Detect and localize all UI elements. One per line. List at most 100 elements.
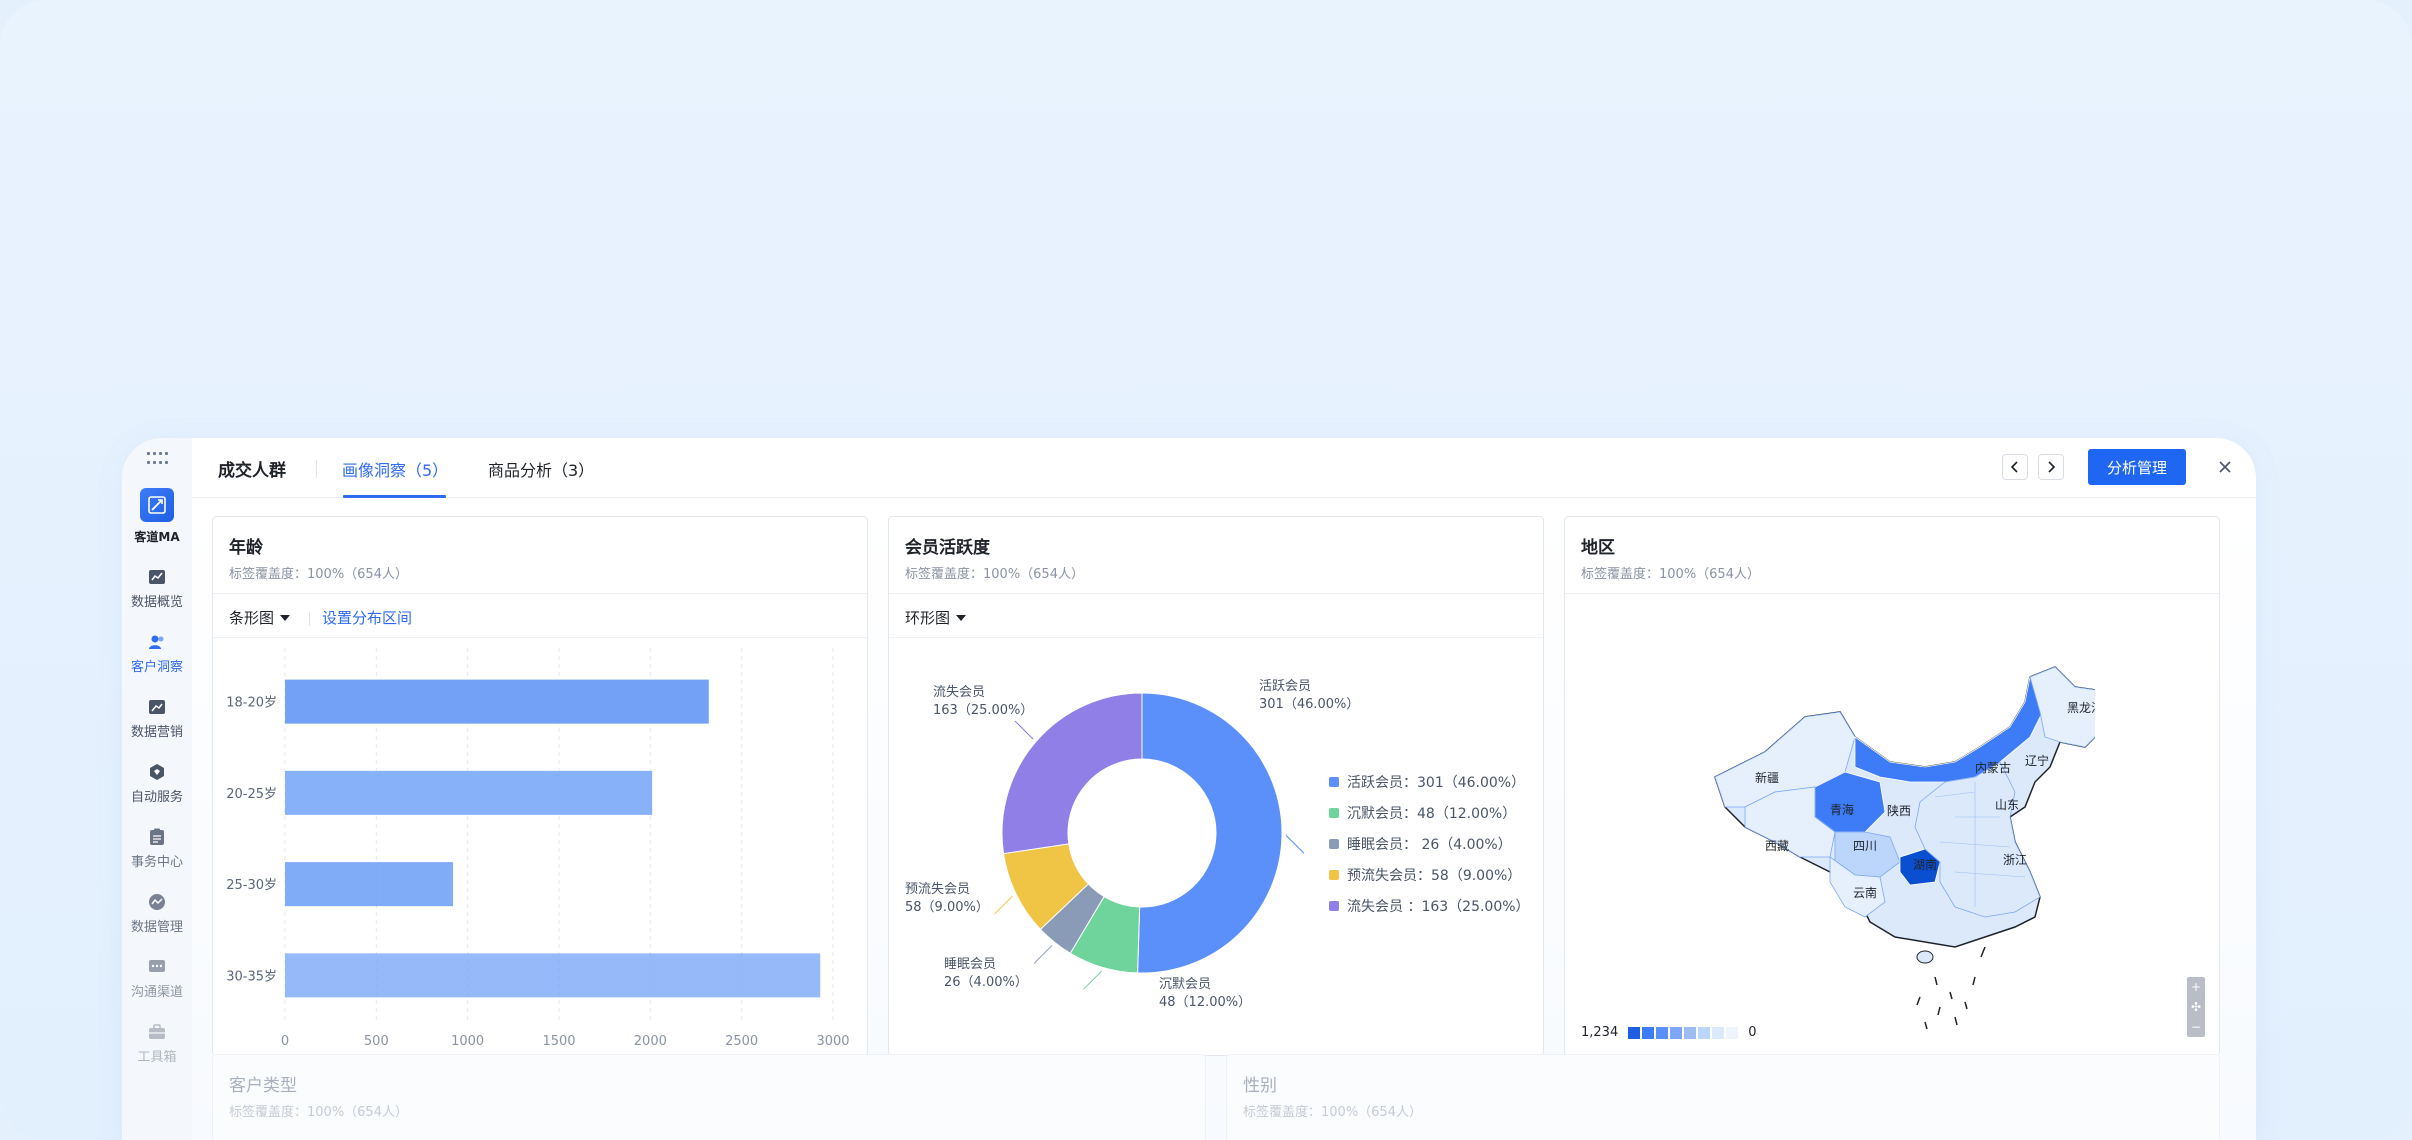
bar [285, 679, 709, 724]
label-leader-line [994, 895, 1013, 915]
region-hainan[interactable] [1916, 950, 1934, 964]
legend-swatch [1670, 1026, 1683, 1039]
legend-item[interactable]: 沉默会员：48（12.00%） [1329, 803, 1516, 823]
slice-label-name: 沉默会员 [1159, 976, 1211, 992]
slice-label-name: 睡眠会员 [944, 957, 996, 972]
card-subtitle: 标签覆盖度：100%（654人） [1243, 1105, 1422, 1120]
brand-name: 客道MA [134, 530, 180, 544]
china-map[interactable]: 黑龙江 新疆 内蒙古 辽宁 青海 陕西 山东 西藏 四川 湖南 浙江 云南 [1655, 617, 2095, 1037]
sidebar-item-insight[interactable]: 客户洞察 [131, 634, 183, 675]
next-button[interactable] [2038, 454, 2064, 480]
slice-label-value: 163（25.00%） [933, 703, 1033, 718]
toolbar-divider [309, 612, 310, 626]
map-zoom-control[interactable]: + ✣ − [2187, 977, 2205, 1037]
toolbox-icon [148, 1024, 166, 1040]
sidebar-item-label: 工具箱 [137, 1050, 177, 1065]
x-tick-label: 1000 [451, 1034, 484, 1049]
card-title: 性别 [1243, 1076, 1277, 1096]
legend-swatch [1329, 901, 1339, 911]
age-bar-chart: 0 500 1000 1500 2000 2500 3000 18-20岁 20-25岁 25-3… [226, 648, 850, 1049]
chart-type-select[interactable]: 条形图 [229, 607, 291, 628]
region-card: 地区 标签覆盖度：100%（654人） 黑龙 新疆 内蒙古 辽宁 青海 陕西 山… [1564, 516, 2220, 1056]
reset-icon[interactable]: ✣ [2191, 1000, 2201, 1014]
tab-portrait-insight[interactable]: 画像洞察（5） [342, 457, 448, 481]
apps-grid-icon[interactable] [146, 452, 168, 466]
age-card: 年龄 标签覆盖度：100%（654人） 条形图 设置分布区间 0 500 1000 1… [212, 516, 868, 1056]
slice-label-value: 48（12.00%） [1159, 995, 1251, 1010]
chat-icon [148, 959, 166, 975]
map-legend: 1,234 0 [1581, 1025, 1757, 1040]
divider [889, 593, 1543, 594]
legend-item[interactable]: 预流失会员：58（9.00%） [1329, 865, 1521, 885]
province-label: 青海 [1830, 802, 1854, 817]
sidebar-item-marketing[interactable]: 数据营销 [131, 699, 183, 740]
x-tick-label: 500 [364, 1034, 389, 1049]
close-button[interactable] [2212, 454, 2238, 480]
zoom-out-icon[interactable]: − [2191, 1020, 2201, 1034]
slice-label-value: 58（9.00%） [905, 900, 989, 915]
province-label: 内蒙古 [1975, 760, 2011, 775]
legend-swatch [1726, 1026, 1739, 1039]
legend-label: 活跃会员：301（46.00%） [1347, 775, 1526, 791]
legend-swatch [1329, 870, 1339, 880]
data-icon [148, 894, 166, 910]
bar [285, 862, 454, 907]
sidebar-item-toolbox[interactable]: 工具箱 [137, 1024, 177, 1065]
select-value: 环形图 [905, 609, 951, 627]
bar [285, 770, 653, 815]
card-title: 会员活跃度 [905, 538, 990, 558]
main-content: 年龄 标签覆盖度：100%（654人） 条形图 设置分布区间 0 500 1000 1… [192, 498, 2256, 1140]
card-title: 地区 [1581, 538, 1615, 558]
legend-min: 0 [1748, 1025, 1757, 1040]
legend-swatch [1656, 1026, 1669, 1039]
province-label: 陕西 [1887, 803, 1911, 818]
select-value: 条形图 [229, 609, 275, 627]
sidebar-item-overview[interactable]: 数据概览 [131, 569, 183, 610]
label-leader-line [1014, 720, 1034, 740]
analysis-manage-button[interactable]: 分析管理 [2088, 449, 2186, 485]
province-label: 山东 [1995, 798, 2019, 812]
legend-item[interactable]: 流失会员 ：163（25.00%） [1329, 896, 1530, 916]
divider [213, 593, 867, 594]
prev-button[interactable] [2002, 454, 2028, 480]
brand-logo-icon [139, 488, 174, 522]
sidebar-item-auto-service[interactable]: 自动服务 [131, 764, 183, 805]
gender-card: 性别 标签覆盖度：100%（654人） [1226, 1054, 2220, 1140]
chevron-left-icon [2010, 461, 2018, 473]
bar [285, 953, 821, 998]
legend-item[interactable]: 睡眠会员： 26（4.00%） [1329, 834, 1512, 854]
x-tick-label: 3000 [816, 1034, 849, 1049]
tab-product-analysis[interactable]: 商品分析（3） [488, 457, 594, 481]
legend-swatch [1712, 1026, 1725, 1039]
sidebar-item-data-mgmt[interactable]: 数据管理 [131, 894, 183, 935]
chart-icon [148, 569, 166, 585]
legend-label: 预流失会员：58（9.00%） [1347, 868, 1522, 884]
category-label: 25-30岁 [226, 878, 277, 893]
card-title: 年龄 [229, 538, 263, 558]
header-bar: 成交人群 画像洞察（5） 商品分析（3） 分析管理 [192, 438, 2256, 498]
card-subtitle: 标签覆盖度：100%（654人） [1581, 567, 1760, 582]
activity-card: 会员活跃度 标签覆盖度：100%（654人） 环形图 活跃会员 301（46.00… [888, 516, 1544, 1056]
divider [1565, 593, 2219, 594]
category-label: 30-35岁 [226, 969, 277, 984]
category-label: 18-20岁 [226, 696, 277, 711]
customer-type-card: 客户类型 标签覆盖度：100%（654人） [212, 1054, 1206, 1140]
page-title: 成交人群 [218, 461, 286, 481]
sidebar-item-label: 自动服务 [130, 790, 183, 805]
label-leader-line [1033, 945, 1053, 964]
legend-swatch [1329, 777, 1339, 787]
sidebar-item-channels[interactable]: 沟通渠道 [131, 959, 183, 1000]
sidebar-item-label: 事务中心 [130, 855, 183, 870]
legend-swatch [1329, 839, 1339, 849]
legend-label: 睡眠会员： 26（4.00%） [1347, 837, 1512, 853]
brand[interactable]: 客道MA [134, 488, 180, 545]
set-range-link[interactable]: 设置分布区间 [322, 607, 412, 628]
label-leader-line [1083, 970, 1102, 990]
legend-item[interactable]: 活跃会员：301（46.00%） [1329, 772, 1525, 792]
sidebar-item-label: 客户洞察 [130, 660, 183, 675]
zoom-in-icon[interactable]: + [2191, 980, 2201, 994]
chart-type-select[interactable]: 环形图 [905, 607, 967, 628]
donut-slice [1137, 692, 1283, 974]
sidebar-item-affairs[interactable]: 事务中心 [130, 828, 183, 870]
hexagon-icon [148, 764, 166, 780]
